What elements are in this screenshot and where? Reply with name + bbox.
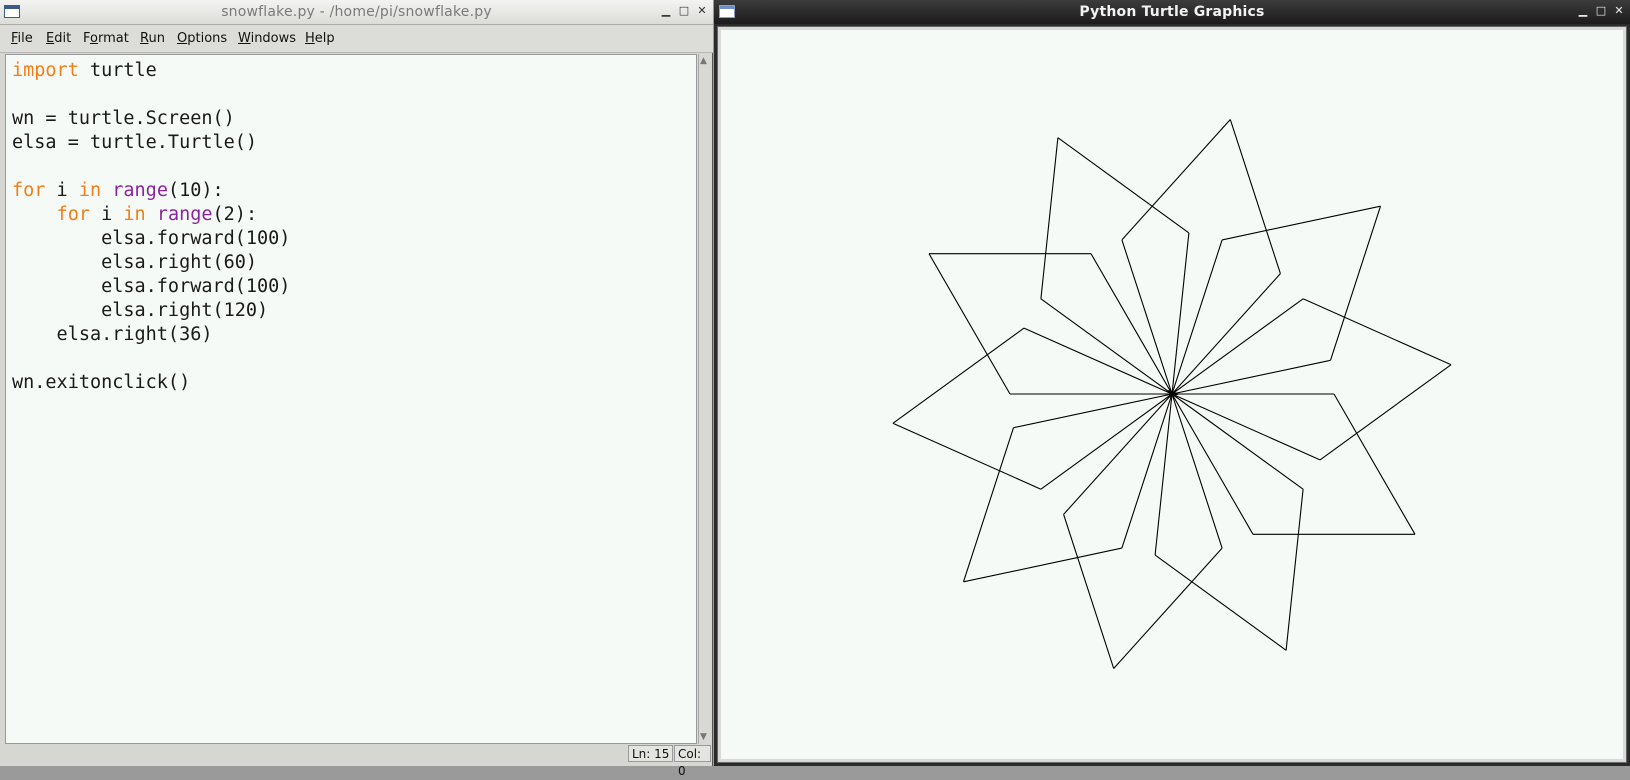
close-icon[interactable]: ✕: [1612, 3, 1626, 19]
turtle-line-segment-29: [1121, 239, 1173, 395]
turtle-line-segment-32: [1171, 273, 1281, 395]
editor-vertical-scrollbar[interactable]: ▲ ▼: [698, 54, 710, 744]
turtle-line-segment-13: [1121, 393, 1173, 549]
turtle-canvas[interactable]: [717, 26, 1627, 763]
code-line-10: elsa.forward(100): [12, 276, 291, 297]
turtle-line-segment-40: [1171, 393, 1321, 461]
status-line-number: Ln: 15: [628, 745, 674, 762]
turtle-line-segment-35: [1329, 206, 1382, 361]
turtle-line-segment-19: [892, 327, 1025, 424]
status-column-number: Col: 0: [674, 745, 711, 778]
editor-window-title: snowflake.py - /home/pi/snowflake.py: [221, 4, 492, 20]
turtle-line-segment-9: [1171, 393, 1223, 549]
editor-window-controls: ▁ □ ✕: [659, 3, 709, 19]
turtle-line-segment-26: [1040, 137, 1059, 299]
menu-edit[interactable]: Edit: [46, 31, 71, 46]
code-line-14: wn.exitonclick(): [12, 372, 191, 393]
turtle-line-segment-8: [1154, 393, 1173, 556]
close-icon[interactable]: ✕: [695, 3, 709, 19]
turtle-line-segment-30: [1121, 119, 1231, 241]
code-editor-text-area[interactable]: import turtle wn = turtle.Screen() elsa …: [5, 54, 697, 744]
turtle-line-segment-7: [1154, 554, 1287, 651]
turtle-line-segment-6: [1285, 489, 1304, 651]
turtle-line-segment-15: [962, 427, 1015, 582]
turtle-line-segment-11: [1063, 514, 1115, 669]
editor-titlebar[interactable]: snowflake.py - /home/pi/snowflake.py ▁ □…: [0, 0, 713, 25]
code-line-11: elsa.right(120): [12, 300, 269, 321]
turtle-window-controls: ▁ □ ✕: [1576, 3, 1626, 19]
menu-file[interactable]: File: [11, 31, 33, 46]
turtle-line-segment-28: [1171, 232, 1190, 395]
turtle-line-segment-34: [1221, 205, 1381, 241]
editor-statusbar: Ln: 15 Col: 0: [5, 744, 711, 778]
turtle-line-segment-31: [1229, 119, 1281, 274]
editor-menubar: File Edit Format Run Options Windows Hel…: [0, 25, 713, 53]
code-line-9: elsa.right(60): [12, 252, 258, 273]
turtle-line-segment-4: [1171, 393, 1254, 535]
code-line-8: elsa.forward(100): [12, 228, 291, 249]
turtle-line-segment-33: [1171, 239, 1223, 395]
maximize-icon[interactable]: □: [677, 3, 691, 19]
idle-editor-window: snowflake.py - /home/pi/snowflake.py ▁ □…: [0, 0, 713, 778]
menu-format[interactable]: Format: [83, 31, 129, 46]
menu-help[interactable]: Help: [305, 31, 335, 46]
snowflake-drawing: [892, 119, 1452, 669]
turtle-line-segment-18: [892, 422, 1042, 490]
turtle-line-segment-38: [1302, 298, 1452, 366]
turtle-line-segment-39: [1319, 364, 1452, 461]
turtle-line-segment-5: [1171, 393, 1304, 490]
turtle-window-title: Python Turtle Graphics: [1079, 4, 1265, 20]
turtle-line-segment-20: [1023, 327, 1173, 395]
scroll-down-icon[interactable]: ▼: [700, 732, 707, 742]
minimize-icon[interactable]: ▁: [1576, 3, 1590, 19]
turtle-line-segment-27: [1057, 137, 1190, 234]
turtle-titlebar[interactable]: Python Turtle Graphics ▁ □ ✕: [714, 0, 1630, 24]
code-line-7: for i in range(2):: [56, 204, 258, 225]
menu-options[interactable]: Options: [177, 31, 227, 46]
menu-run[interactable]: Run: [140, 31, 165, 46]
menu-windows[interactable]: Windows: [238, 31, 296, 46]
code-line-6: for i in range(10):: [12, 180, 224, 201]
scroll-up-icon[interactable]: ▲: [700, 56, 707, 66]
code-line-1: import turtle: [12, 60, 157, 81]
turtle-line-segment-14: [963, 547, 1123, 583]
code-line-3: wn = turtle.Screen(): [12, 108, 235, 129]
minimize-icon[interactable]: ▁: [659, 3, 673, 19]
turtle-line-segment-22: [928, 253, 1011, 395]
turtle-line-segment-12: [1063, 393, 1173, 515]
turtle-line-segment-25: [1040, 298, 1173, 395]
maximize-icon[interactable]: □: [1594, 3, 1608, 19]
turtle-line-segment-24: [1090, 253, 1173, 395]
code-line-12: elsa.right(36): [12, 324, 213, 345]
turtle-graphics-window: Python Turtle Graphics ▁ □ ✕: [714, 0, 1630, 766]
code-line-4: elsa = turtle.Turtle(): [12, 132, 258, 153]
turtle-line-segment-2: [1333, 393, 1416, 535]
turtle-line-segment-10: [1113, 547, 1223, 669]
